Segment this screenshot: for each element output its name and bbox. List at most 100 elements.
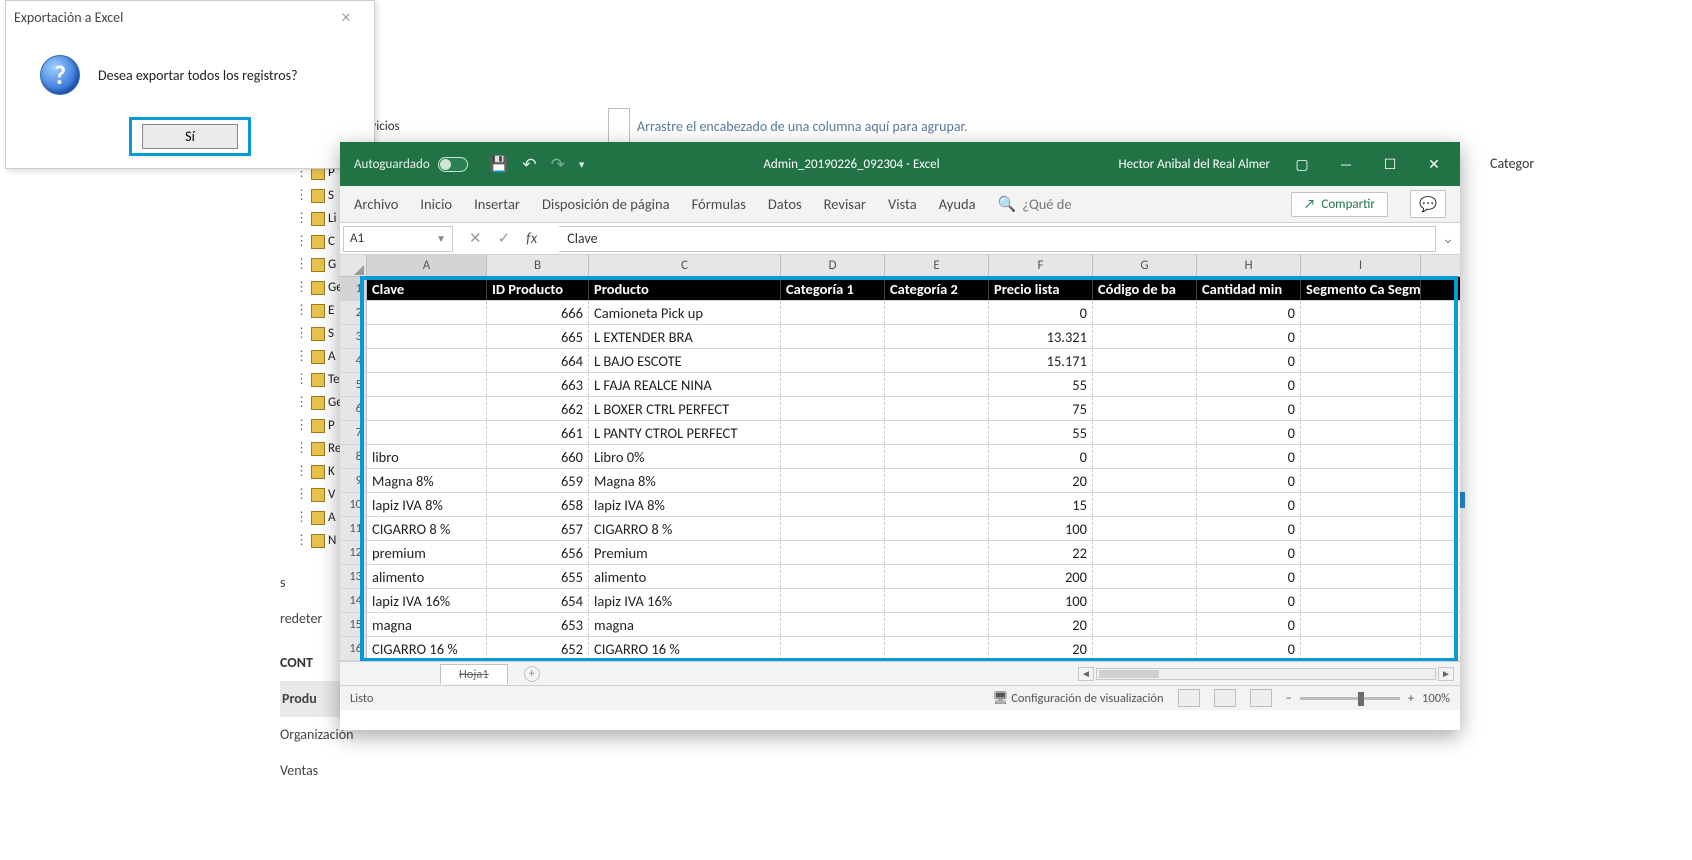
cell[interactable]: CIGARRO 16 % — [589, 637, 781, 660]
cell[interactable] — [781, 541, 885, 564]
cell[interactable] — [1093, 565, 1197, 588]
cell[interactable] — [1301, 493, 1421, 516]
cell[interactable]: 652 — [487, 637, 589, 660]
cell[interactable] — [885, 613, 989, 636]
tab-datos[interactable]: Datos — [768, 195, 802, 213]
cell[interactable]: 15 — [989, 493, 1093, 516]
cell[interactable] — [1301, 325, 1421, 348]
scroll-right-icon[interactable]: ► — [1438, 667, 1454, 681]
cell[interactable] — [1093, 493, 1197, 516]
tell-me[interactable]: 🔍 ¿Qué de — [998, 195, 1072, 214]
row-header[interactable]: 1 — [340, 277, 367, 301]
cancel-formula-icon[interactable]: ✕ — [469, 229, 482, 248]
col-H[interactable]: H — [1197, 255, 1301, 276]
cell[interactable]: premium — [367, 541, 487, 564]
cell[interactable] — [1301, 349, 1421, 372]
cell[interactable]: 20 — [989, 613, 1093, 636]
cell[interactable]: 0 — [1197, 373, 1301, 396]
col-B[interactable]: B — [487, 255, 589, 276]
zoom-value[interactable]: 100% — [1422, 691, 1450, 706]
row-header[interactable]: 6 — [340, 397, 367, 421]
header-cell[interactable]: Cantidad min — [1197, 277, 1301, 300]
cell[interactable]: 0 — [989, 301, 1093, 324]
col-A[interactable]: A — [367, 255, 487, 276]
cell[interactable] — [1301, 589, 1421, 612]
cell[interactable]: 200 — [989, 565, 1093, 588]
cell[interactable]: Magna 8% — [367, 469, 487, 492]
tab-ayuda[interactable]: Ayuda — [939, 195, 976, 213]
cell[interactable]: 0 — [1197, 397, 1301, 420]
cell[interactable] — [1301, 613, 1421, 636]
cell[interactable]: Magna 8% — [589, 469, 781, 492]
autosave-toggle[interactable] — [438, 157, 468, 172]
cell[interactable] — [885, 325, 989, 348]
cell[interactable] — [1093, 637, 1197, 660]
tab-ventas[interactable]: Ventas — [280, 753, 353, 789]
cell[interactable]: 0 — [1197, 349, 1301, 372]
zoom-in-icon[interactable]: + — [1408, 691, 1414, 706]
cell[interactable]: 55 — [989, 373, 1093, 396]
row-header[interactable]: 3 — [340, 325, 367, 349]
cell[interactable]: 0 — [1197, 565, 1301, 588]
select-all-corner[interactable] — [340, 255, 367, 276]
cell[interactable]: 13.321 — [989, 325, 1093, 348]
cell[interactable]: magna — [589, 613, 781, 636]
cell[interactable] — [885, 541, 989, 564]
cell[interactable] — [1093, 325, 1197, 348]
header-cell[interactable]: Código de ba — [1093, 277, 1197, 300]
cell[interactable]: alimento — [589, 565, 781, 588]
cell[interactable] — [1093, 517, 1197, 540]
cell[interactable] — [885, 637, 989, 660]
row-header[interactable]: 15 — [340, 613, 367, 637]
name-box[interactable]: A1 ▼ — [343, 226, 453, 252]
cell[interactable] — [1093, 421, 1197, 444]
cell[interactable]: Premium — [589, 541, 781, 564]
cell[interactable] — [1301, 541, 1421, 564]
ribbon-options-icon[interactable]: ▢ — [1284, 151, 1320, 177]
cell[interactable]: 660 — [487, 445, 589, 468]
cell[interactable] — [1093, 541, 1197, 564]
cell[interactable]: 15.171 — [989, 349, 1093, 372]
cell[interactable]: L FAJA REALCE NINA — [589, 373, 781, 396]
row-header[interactable]: 8 — [340, 445, 367, 469]
tab-vista[interactable]: Vista — [888, 195, 917, 213]
col-E[interactable]: E — [885, 255, 989, 276]
cell[interactable]: 662 — [487, 397, 589, 420]
cell[interactable]: Camioneta Pick up — [589, 301, 781, 324]
cell[interactable]: 661 — [487, 421, 589, 444]
cell[interactable]: 659 — [487, 469, 589, 492]
cell[interactable] — [367, 373, 487, 396]
cell[interactable] — [1093, 469, 1197, 492]
cell[interactable]: 663 — [487, 373, 589, 396]
cell[interactable] — [781, 469, 885, 492]
group-drop-area[interactable] — [608, 108, 630, 142]
cell[interactable] — [781, 397, 885, 420]
close-icon[interactable]: × — [326, 6, 366, 28]
cell[interactable]: CIGARRO 8 % — [589, 517, 781, 540]
cell[interactable] — [781, 325, 885, 348]
header-cell[interactable]: Categoría 1 — [781, 277, 885, 300]
cell[interactable]: 100 — [989, 589, 1093, 612]
row-header[interactable]: 4 — [340, 349, 367, 373]
row-header[interactable]: 16 — [340, 637, 367, 661]
cell[interactable]: L BOXER CTRL PERFECT — [589, 397, 781, 420]
cell[interactable] — [367, 421, 487, 444]
cell[interactable]: 658 — [487, 493, 589, 516]
cell[interactable] — [1301, 421, 1421, 444]
cell[interactable]: 664 — [487, 349, 589, 372]
formula-expand-icon[interactable]: ⌄ — [1436, 230, 1460, 247]
display-settings[interactable]: 🖥 Configuración de visualización — [992, 691, 1163, 706]
view-normal-icon[interactable] — [1178, 689, 1200, 707]
cell[interactable]: CIGARRO 16 % — [367, 637, 487, 660]
col-D[interactable]: D — [781, 255, 885, 276]
cell[interactable]: 0 — [1197, 421, 1301, 444]
tab-insertar[interactable]: Insertar — [474, 195, 520, 213]
accept-formula-icon[interactable]: ✓ — [498, 229, 511, 248]
cell[interactable]: 20 — [989, 469, 1093, 492]
cell[interactable] — [367, 325, 487, 348]
cell[interactable]: 0 — [1197, 445, 1301, 468]
cell[interactable]: 20 — [989, 637, 1093, 660]
cell[interactable]: lapiz IVA 16% — [367, 589, 487, 612]
cell[interactable]: 0 — [1197, 469, 1301, 492]
cell[interactable]: 0 — [1197, 613, 1301, 636]
